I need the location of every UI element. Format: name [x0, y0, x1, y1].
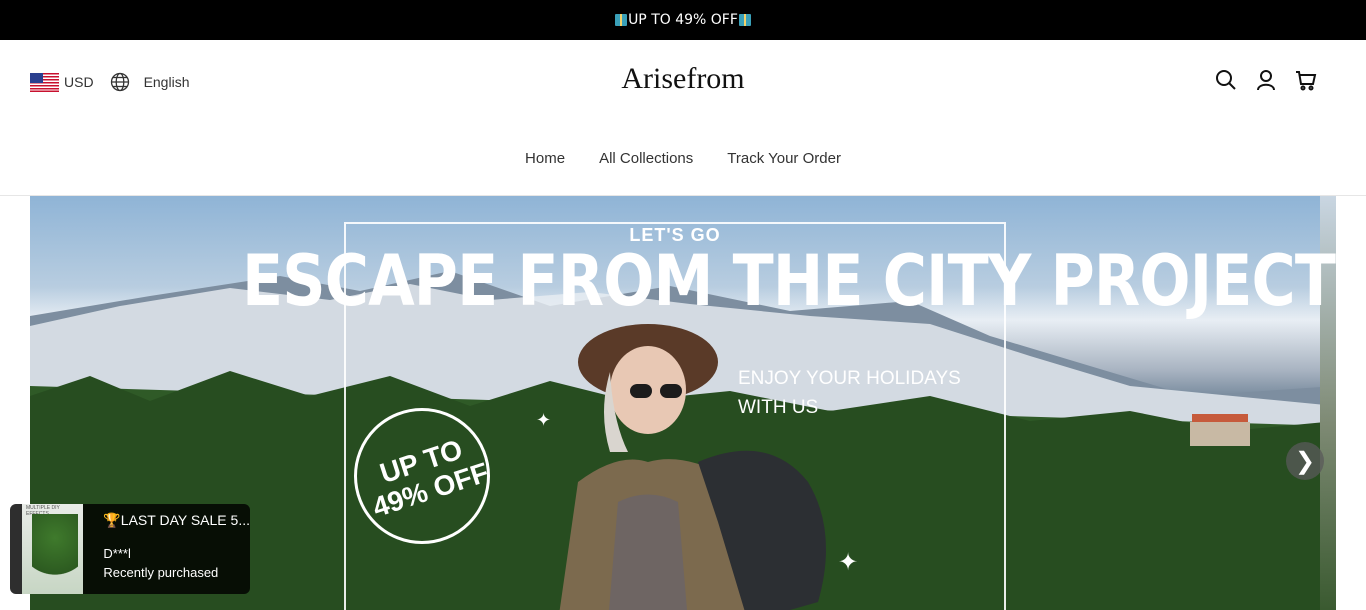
announcement-bar: UP TO 49% OFF	[0, 0, 1366, 40]
nav-item-all-collections[interactable]: All Collections	[599, 150, 693, 167]
gift-icon	[738, 14, 751, 26]
gift-icon	[615, 14, 628, 26]
popup-text: 🏆LAST DAY SALE 5... D***l Recently purch…	[103, 504, 250, 594]
main-navigation: Home All Collections Track Your Order	[0, 150, 1366, 167]
product-thumbnail: MULTIPLE DIY EFFECTS	[22, 504, 84, 594]
popup-title: 🏆LAST DAY SALE 5...	[103, 512, 250, 528]
hero-model-image	[559, 324, 826, 610]
search-icon[interactable]	[1214, 68, 1238, 92]
account-icon[interactable]	[1254, 68, 1278, 92]
popup-buyer-name: D***l	[103, 546, 131, 561]
plant-image	[32, 514, 78, 594]
carousel-next-button[interactable]: ❯	[1286, 442, 1324, 480]
nav-item-track-your-order[interactable]: Track Your Order	[727, 150, 841, 167]
site-logo[interactable]: Arisefrom	[0, 62, 1366, 96]
recent-purchase-popup[interactable]: MULTIPLE DIY EFFECTS 🏆LAST DAY SALE 5...…	[10, 504, 250, 594]
nav-item-home[interactable]: Home	[525, 150, 565, 167]
site-header: USD English Arisefrom Home All Collectio…	[0, 40, 1366, 196]
castle	[1190, 422, 1250, 446]
cart-icon[interactable]	[1294, 68, 1318, 92]
popup-status: Recently purchased	[103, 565, 219, 580]
header-actions	[1198, 68, 1318, 92]
announcement-text: UP TO 49% OFF	[628, 12, 738, 28]
